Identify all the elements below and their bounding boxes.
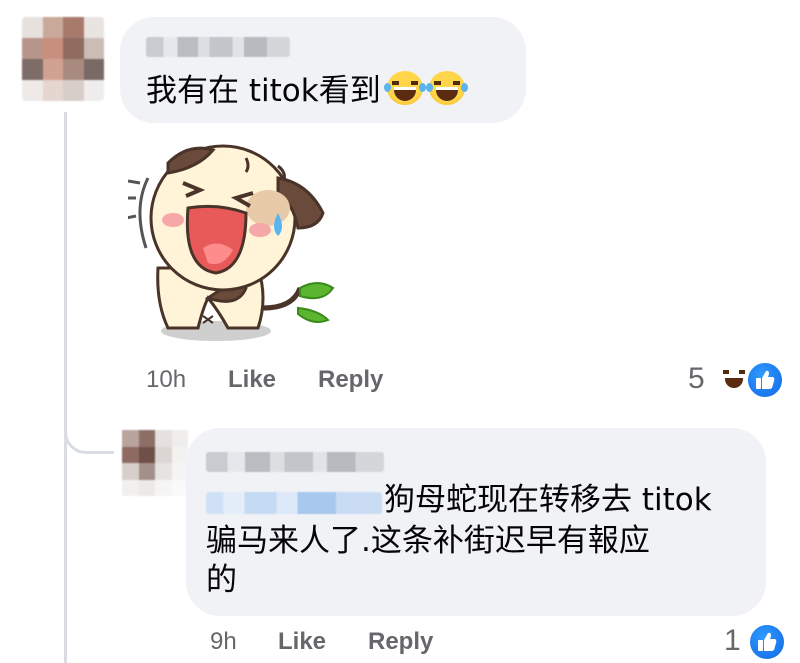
comment-text-line-1: 狗母蛇现在转移去 titok: [384, 482, 712, 518]
reaction-count: 5: [688, 362, 705, 395]
thread-line-curve: [64, 412, 114, 454]
thread-line-vertical: [64, 112, 67, 663]
comment-text-line-2: 骗马来人了.这条补街迟早有報应: [206, 523, 650, 559]
avatar[interactable]: [22, 17, 104, 101]
comment-timestamp[interactable]: 9h: [210, 628, 237, 656]
laughing-dog-sticker[interactable]: [128, 138, 338, 348]
author-name[interactable]: [206, 452, 384, 472]
like-icon: [748, 623, 786, 661]
like-icon: [746, 361, 784, 399]
comment-text: 我有在 titok看到: [146, 71, 468, 109]
comment-text-line-3: 的: [206, 562, 237, 598]
like-button[interactable]: Like: [228, 366, 276, 394]
author-name[interactable]: [146, 37, 290, 57]
reply-button[interactable]: Reply: [318, 366, 383, 394]
reaction-summary[interactable]: 1: [724, 622, 794, 662]
haha-icon: [716, 360, 720, 383]
reaction-summary[interactable]: 5: [688, 360, 788, 400]
comment-text-content: 我有在 titok看到: [146, 73, 381, 109]
reply-button[interactable]: Reply: [368, 628, 433, 656]
comment-timestamp[interactable]: 10h: [146, 366, 186, 394]
like-button[interactable]: Like: [278, 628, 326, 656]
reaction-count: 1: [724, 624, 741, 657]
avatar[interactable]: [122, 430, 188, 496]
mention-tag[interactable]: [206, 492, 382, 514]
laugh-with-tears-emoji: [383, 71, 426, 105]
laugh-with-tears-emoji: [425, 71, 468, 105]
